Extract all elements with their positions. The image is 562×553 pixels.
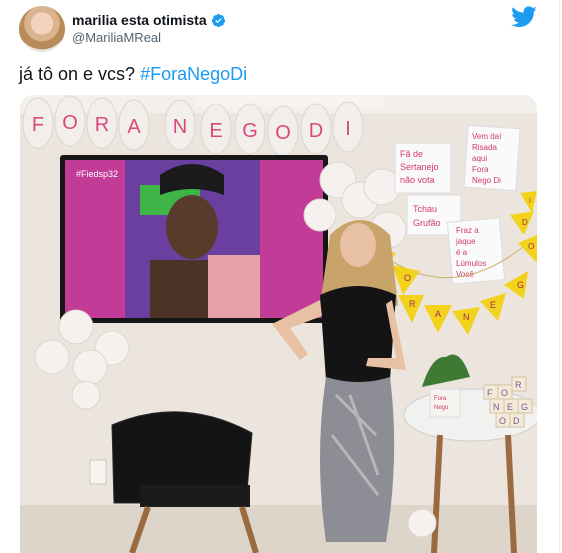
balloon-5: N bbox=[164, 99, 196, 151]
tweet-text: já tô on e vcs? #ForaNegoDi bbox=[19, 64, 247, 85]
television: #Fiedsp32 bbox=[60, 155, 328, 323]
tweet-photo[interactable]: F O R A N E G O D I #Fiedsp32 Fã de Sert… bbox=[20, 95, 537, 553]
svg-text:Grufão: Grufão bbox=[413, 218, 441, 228]
balloon-7: G bbox=[234, 103, 266, 155]
svg-text:N: N bbox=[463, 312, 470, 322]
svg-text:aqui: aqui bbox=[472, 154, 487, 163]
svg-text:E: E bbox=[490, 300, 496, 310]
svg-text:F: F bbox=[487, 388, 493, 398]
svg-text:R: R bbox=[515, 380, 522, 390]
avatar[interactable] bbox=[19, 6, 65, 52]
floor-balloon bbox=[407, 508, 437, 538]
balloon-4: A bbox=[118, 99, 150, 151]
tv-tag: #Fiedsp32 bbox=[76, 169, 118, 179]
photo-scene: F O R A N E G O D I #Fiedsp32 Fã de Sert… bbox=[20, 95, 537, 553]
balloon-10: I bbox=[332, 101, 364, 153]
box-sign-line-2: Nego bbox=[434, 405, 449, 411]
hashtag-link[interactable]: #ForaNegoDi bbox=[140, 64, 247, 84]
svg-text:D: D bbox=[522, 218, 528, 227]
wall-outlet bbox=[89, 459, 107, 485]
svg-text:E: E bbox=[209, 120, 222, 142]
balloon-2: O bbox=[54, 95, 86, 147]
svg-text:O: O bbox=[528, 242, 534, 251]
svg-text:O: O bbox=[62, 112, 78, 134]
sign-1: Fã de Sertanejo não vota bbox=[394, 142, 452, 194]
svg-text:O: O bbox=[501, 388, 508, 398]
tweet-card: marilia esta otimista @MariliaMReal já t… bbox=[0, 0, 560, 553]
svg-text:Risada: Risada bbox=[472, 143, 497, 152]
svg-text:Sertanejo: Sertanejo bbox=[400, 162, 439, 172]
svg-text:é a: é a bbox=[456, 248, 468, 257]
svg-text:D: D bbox=[309, 120, 323, 142]
svg-text:N: N bbox=[493, 402, 500, 412]
balloon-3: R bbox=[86, 97, 118, 149]
handle[interactable]: @MariliaMReal bbox=[72, 30, 161, 45]
svg-text:O: O bbox=[404, 273, 411, 283]
author-name-row: marilia esta otimista bbox=[72, 12, 226, 28]
balloon-1: F bbox=[22, 97, 54, 149]
svg-text:I: I bbox=[345, 118, 351, 140]
tweet-body: já tô on e vcs? bbox=[19, 64, 136, 84]
svg-text:não vota: não vota bbox=[400, 175, 435, 185]
balloon-8: O bbox=[267, 105, 299, 157]
svg-text:jaque: jaque bbox=[455, 237, 476, 246]
balloon-6: E bbox=[200, 103, 232, 155]
floor bbox=[20, 505, 537, 553]
svg-text:Fã de: Fã de bbox=[400, 149, 423, 159]
svg-text:Tchau: Tchau bbox=[413, 204, 437, 214]
svg-text:Fora: Fora bbox=[472, 165, 489, 174]
svg-text:R: R bbox=[95, 114, 109, 136]
svg-text:O: O bbox=[499, 416, 506, 426]
svg-text:G: G bbox=[242, 120, 258, 142]
svg-text:Vem daí: Vem daí bbox=[472, 132, 502, 141]
verified-badge-icon bbox=[211, 13, 225, 27]
svg-text:I: I bbox=[529, 198, 531, 205]
sign-2: Vem daí Risada aqui Fora Nego Di bbox=[463, 124, 521, 192]
box-sign-line-1: Fora bbox=[434, 396, 447, 402]
svg-text:N: N bbox=[173, 116, 187, 138]
svg-text:A: A bbox=[435, 309, 441, 319]
display-name[interactable]: marilia esta otimista bbox=[72, 12, 207, 28]
balloon-9: D bbox=[300, 103, 332, 155]
svg-text:O: O bbox=[275, 122, 291, 144]
svg-text:F: F bbox=[32, 114, 44, 136]
svg-text:G: G bbox=[517, 280, 524, 290]
svg-text:E: E bbox=[507, 402, 513, 412]
svg-text:R: R bbox=[409, 299, 416, 309]
ceiling-ac-unit bbox=[195, 95, 385, 107]
twitter-bird-icon[interactable] bbox=[511, 6, 537, 28]
svg-text:D: D bbox=[513, 416, 520, 426]
svg-text:Lúmulos: Lúmulos bbox=[456, 259, 486, 268]
svg-text:A: A bbox=[127, 116, 141, 138]
svg-text:Nego Di: Nego Di bbox=[472, 176, 501, 185]
svg-text:G: G bbox=[521, 402, 528, 412]
sign-4: Fraz a jaque é a Lúmulos Você bbox=[446, 217, 506, 285]
svg-text:Fraz a: Fraz a bbox=[456, 226, 479, 235]
